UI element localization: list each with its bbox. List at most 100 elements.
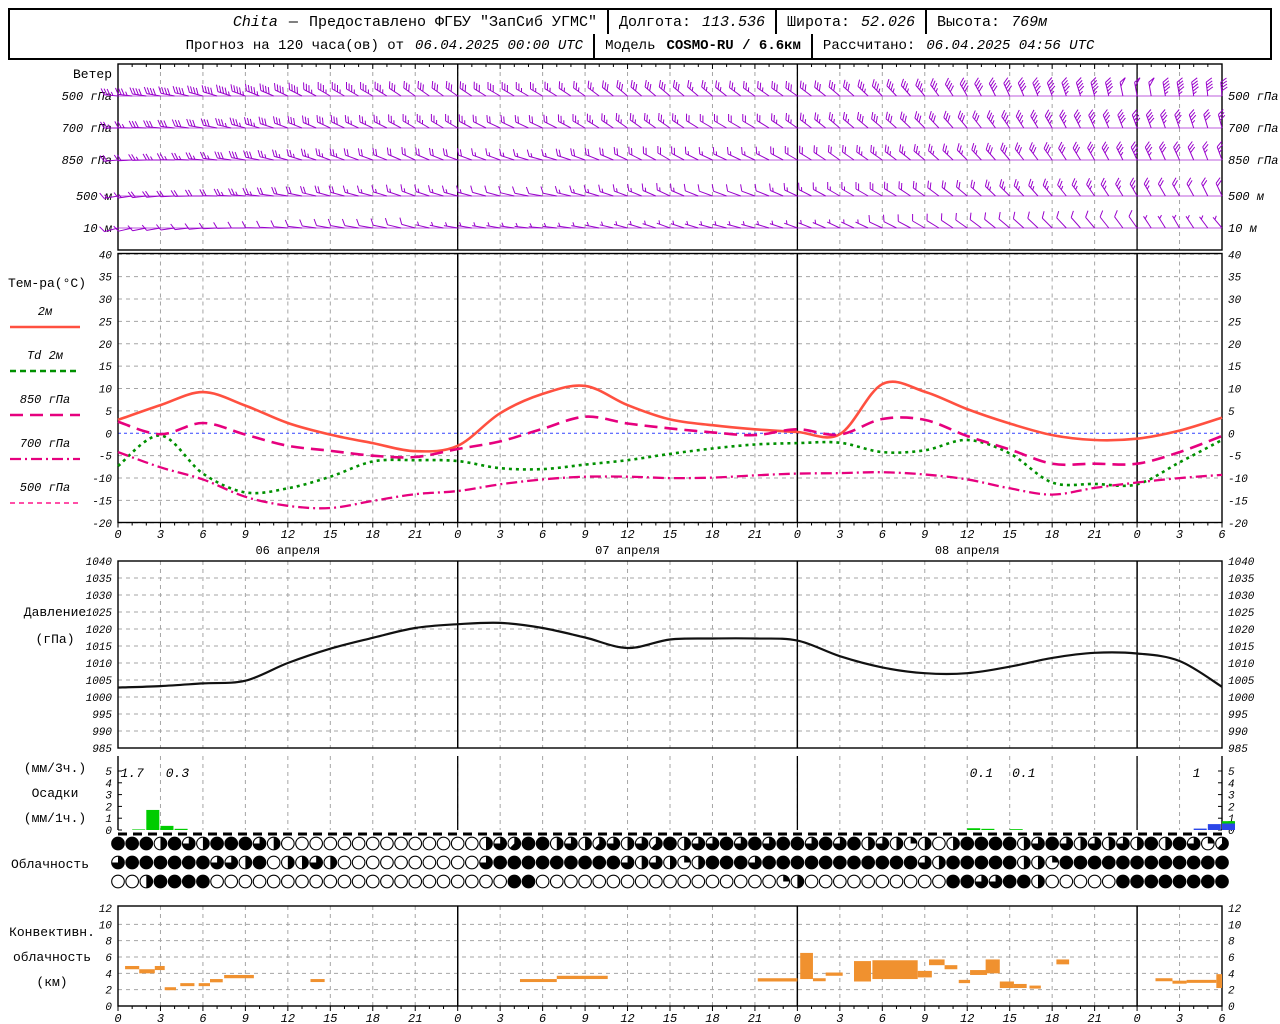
pres-ytick-right: 995 xyxy=(1228,710,1248,722)
pressure-panel: 1040 1040 1035 1035 1030 1030 1025 1025 1020 1020… xyxy=(24,557,1255,756)
header-line-2: Прогноз на 120 часа(ов) от 06.04.2025 00:… xyxy=(8,34,1272,60)
precip-bar-rain xyxy=(174,828,188,830)
hour-label-bottom: 15 xyxy=(1002,1012,1016,1024)
legend-label-Td 2м: Td 2м xyxy=(27,349,64,363)
wind-level-label-right: 700 гПа xyxy=(1228,122,1278,136)
pres-ytick-right: 1035 xyxy=(1228,574,1255,586)
hour-label-bottom: 0 xyxy=(794,1012,801,1024)
convective-segment xyxy=(872,960,918,980)
hour-label-bottom: 18 xyxy=(366,1012,380,1024)
convective-segment xyxy=(1029,985,1041,989)
hour-label-bottom: 12 xyxy=(960,1012,974,1024)
wind-barbs-row-1 xyxy=(100,109,1226,129)
header2-seg-0: Прогноз на 120 часа(ов) от xyxy=(185,38,405,54)
header2-seg-6: Рассчитано: xyxy=(822,38,916,54)
convective-segment xyxy=(198,983,210,987)
hour-label-bottom: 6 xyxy=(539,1012,546,1024)
conv-ytick-right: 10 xyxy=(1228,920,1242,932)
precip-bar-rain xyxy=(146,809,160,830)
temp-ytick-right: -20 xyxy=(1228,519,1248,531)
hour-label-bottom: 18 xyxy=(1045,1012,1059,1024)
pres-ytick-right: 1030 xyxy=(1228,591,1255,603)
hour-label-bottom: 15 xyxy=(323,1012,337,1024)
convective-segment xyxy=(1216,974,1222,989)
precip-title: Осадки xyxy=(32,786,79,801)
wind-level-label-left: 10 м xyxy=(83,222,113,236)
pres-ytick-left: 1030 xyxy=(86,591,113,603)
hour-label: 0 xyxy=(114,528,121,542)
convective-segment xyxy=(999,981,1014,989)
hour-label: 0 xyxy=(454,528,461,542)
header1-seg-1: — xyxy=(288,13,298,31)
convective-segment xyxy=(944,965,958,970)
prec-ytick-left: 5 xyxy=(105,767,112,779)
precip-bar-snow xyxy=(1222,823,1235,830)
header-separator xyxy=(593,34,596,58)
temp-ytick-left: 40 xyxy=(99,250,113,262)
conv-ytick-left: 10 xyxy=(99,920,113,932)
precipitation-panel: 5 54 43 32 21 10 01.7 0.3 0.1 0.1 1(мм/3ч.)Осадки(… xyxy=(24,756,1235,838)
temp-ytick-left: -15 xyxy=(92,496,112,508)
precip-annotation: 1.7 xyxy=(120,766,144,781)
header2-seg-3: Модель xyxy=(605,38,656,54)
hour-label-bottom: 0 xyxy=(114,1012,121,1024)
wind-panel: Ветер500 гПа 500 гПа700 гПа 700 гПа850 гПа… xyxy=(62,63,1278,251)
hour-label: 6 xyxy=(879,528,886,542)
header-separator xyxy=(775,10,778,34)
convective-title-2: облачность xyxy=(13,950,91,965)
hour-label: 18 xyxy=(366,528,380,542)
precip-bar-rain xyxy=(160,825,174,830)
legend-label-700 гПа: 700 гПа xyxy=(20,437,70,451)
convective-segment xyxy=(1056,959,1070,965)
date-label: 06 апреля xyxy=(255,544,320,558)
hour-label: 3 xyxy=(157,528,164,542)
date-label: 07 апреля xyxy=(595,544,660,558)
cloudiness-panel: Облачность xyxy=(11,836,1229,889)
conv-ytick-left: 4 xyxy=(105,969,112,981)
convective-segment xyxy=(929,959,945,966)
hour-label: 18 xyxy=(705,528,719,542)
wind-barbs-row-4 xyxy=(99,209,1223,233)
hour-label: 21 xyxy=(748,528,762,542)
hour-label: 12 xyxy=(960,528,974,542)
hour-label-bottom: 0 xyxy=(454,1012,461,1024)
prec-ytick-right: 5 xyxy=(1228,767,1235,779)
temp-ytick-left: -20 xyxy=(92,519,112,531)
precip-bar-snow xyxy=(1207,824,1221,830)
precip-bar-rain xyxy=(1222,821,1235,824)
header1-seg-8: 52.026 xyxy=(861,13,916,31)
hour-label: 12 xyxy=(281,528,295,542)
wind-barbs-row-0 xyxy=(100,77,1228,97)
convective-segment xyxy=(164,987,177,991)
header1-seg-5: 113.536 xyxy=(702,13,766,31)
convective-segment xyxy=(310,979,325,983)
cloudiness-title: Облачность xyxy=(11,857,89,872)
wind-level-label-left: 500 гПа xyxy=(62,90,112,104)
hour-label-bottom: 6 xyxy=(879,1012,886,1024)
convective-segment xyxy=(812,978,826,982)
temp-ytick-right: 10 xyxy=(1228,385,1242,397)
pressure-title-units: (гПа) xyxy=(35,632,74,647)
wind-level-label-right: 10 м xyxy=(1228,222,1258,236)
hour-label-bottom: 21 xyxy=(408,1012,422,1024)
precip-bar-rain xyxy=(981,828,995,830)
header-separator xyxy=(925,10,928,34)
convective-segment xyxy=(1013,983,1027,989)
hour-label-bottom: 12 xyxy=(281,1012,295,1024)
convective-panel: 0 02 24 46 68 810 1012 120 3 6 9 12 15 18 21 0 3 6 9 12 15 18… xyxy=(9,904,1242,1024)
pres-ytick-right: 1040 xyxy=(1228,557,1255,569)
pres-ytick-right: 1015 xyxy=(1228,642,1255,654)
prec-ytick-left: 3 xyxy=(105,791,112,803)
conv-ytick-left: 8 xyxy=(105,937,112,949)
cloud-row-0 xyxy=(111,836,1229,851)
pres-ytick-left: 1000 xyxy=(86,693,113,705)
convective-segment xyxy=(854,961,871,982)
convective-segment xyxy=(210,979,223,983)
hour-label: 9 xyxy=(921,528,928,542)
convective-segment xyxy=(958,979,971,984)
hour-label: 21 xyxy=(1087,528,1101,542)
conv-ytick-left: 2 xyxy=(105,986,112,998)
prec-ytick-right: 3 xyxy=(1228,791,1235,803)
convective-segment xyxy=(125,965,140,970)
convective-segment xyxy=(985,959,1000,974)
